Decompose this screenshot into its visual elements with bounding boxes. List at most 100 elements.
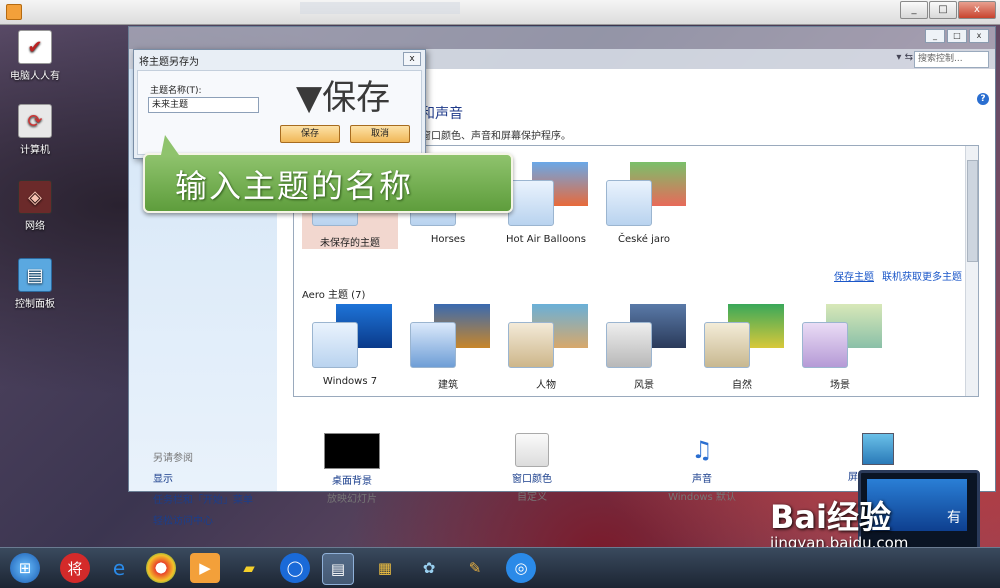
theme-nature[interactable]: 自然 [694,304,790,391]
theme-thumbnail [602,304,686,372]
theme-thumbnail [308,304,392,372]
desktop-background-setting[interactable]: 桌面背景 放映幻灯片 [297,433,407,505]
instruction-callout: 输入主题的名称 [143,135,513,213]
cancel-button[interactable]: 取消 [350,125,410,143]
folder-icon[interactable]: ▰ [234,553,264,583]
theme-name-input[interactable]: 未来主题 [148,97,259,113]
network-share-icon[interactable]: ✿ [414,553,444,583]
theme-characters[interactable]: 人物 [498,304,594,391]
theme-architecture[interactable]: 建筑 [400,304,496,391]
link-ease-of-access[interactable]: 轻松访问中心 [153,512,253,527]
file-explorer-icon[interactable]: ▦ [370,553,400,583]
aero-themes-header: Aero 主题 (7) [302,290,366,301]
refresh-icon[interactable]: ▾ ⇆ [896,52,913,63]
paint-icon[interactable]: ✎ [460,553,490,583]
browser-icon[interactable]: ◯ [280,553,310,583]
window-color-setting[interactable]: 窗口颜色 自定义 [477,433,587,503]
theme-name-label: 主题名称(T): [150,86,202,96]
search-input[interactable]: 搜索控制... [914,51,989,68]
theme-label: 人物 [536,380,556,391]
theme-label: České jaro [617,234,671,245]
get-more-themes-link[interactable]: 联机获取更多主题 [882,268,962,283]
app-icon[interactable] [6,4,22,20]
desktop-icon-label: 控制面板 [15,299,55,310]
dialog-close-button[interactable]: x [403,52,421,66]
desktop-background-sub: 放映幻灯片 [327,494,377,505]
dialog-title: 将主题另存为 [139,57,199,68]
top-strip-ghost [300,2,460,14]
sounds-label: 声音 [692,474,712,485]
taskbar: ⊞ 将 e ▶ ▰ ◯ ▤ ▦ ✿ ✎ ◎ [0,547,1000,588]
network-icon: ◈ [18,180,52,214]
theme-ceske-jaro[interactable]: České jaro [596,162,692,245]
theme-list-scrollbar[interactable] [965,146,978,396]
see-also-header: 另请参阅 [153,453,193,464]
theme-thumbnail [504,304,588,372]
sounds-setting[interactable]: ♫ 声音 Windows 默认 [647,433,757,503]
desktop-icon-label: 网络 [25,221,45,232]
computer-icon: ⟳ [18,104,52,138]
save-annotation: ▼保存 [296,78,391,118]
document-check-icon: ✔ [18,30,52,64]
desktop-background-label: 桌面背景 [332,476,372,487]
window-color-label: 窗口颜色 [512,474,552,485]
theme-windows-7[interactable]: Windows 7 [302,304,398,387]
callout-text: 输入主题的名称 [175,167,414,205]
top-caption-buttons: _ □ x [900,1,996,19]
music-notes-icon: ♫ [691,436,713,464]
minimize-button[interactable]: _ [900,1,928,19]
sounds-sub: Windows 默认 [668,492,736,503]
window-caption-buttons: _ □ x [925,29,989,43]
window-color-sub: 自定义 [517,492,547,503]
theme-label: Windows 7 [322,376,378,387]
theme-glass-swatch [802,322,848,368]
theme-scenes[interactable]: 场景 [792,304,888,391]
app-settings-icon[interactable]: ◎ [506,553,536,583]
link-taskbar-start-menu[interactable]: 任务栏和「开始」菜单 [153,491,253,506]
window-maximize-button[interactable]: □ [947,29,967,43]
theme-label: Horses [430,234,466,245]
theme-glass-swatch [606,180,652,226]
theme-thumbnail [504,162,588,230]
desktop-background-icon [324,433,380,469]
theme-thumbnail [602,162,686,230]
control-panel-taskbar-icon[interactable]: ▤ [322,553,354,585]
close-button[interactable]: x [958,1,996,19]
theme-label: 未保存的主题 [320,238,380,249]
desktop-icon-label: 计算机 [20,145,50,156]
desktop-icon-diannao[interactable]: ✔ 电脑人人有 [0,30,70,82]
window-close-button[interactable]: x [969,29,989,43]
maximize-button[interactable]: □ [929,1,957,19]
theme-glass-swatch [508,322,554,368]
theme-thumbnail [406,304,490,372]
save-button[interactable]: 保存 [280,125,340,143]
control-panel-icon: ▤ [18,258,52,292]
link-display[interactable]: 显示 [153,470,253,485]
top-app-strip: _ □ x [0,0,1000,25]
desktop-icon-control-panel[interactable]: ▤ 控制面板 [0,258,70,310]
media-player-icon[interactable]: ▶ [190,553,220,583]
chrome-icon[interactable] [146,553,176,583]
window-color-icon [515,433,549,467]
page-title: 和声音 [421,106,463,122]
laptop-text: 有 [947,510,961,526]
desktop-icon-label: 电脑人人有 [10,71,60,82]
window-minimize-button[interactable]: _ [925,29,945,43]
start-button-icon[interactable]: ⊞ [10,553,40,583]
theme-landscapes[interactable]: 风景 [596,304,692,391]
theme-thumbnail [700,304,784,372]
internet-explorer-icon[interactable]: e [104,553,134,583]
desktop-icon-computer[interactable]: ⟳ 计算机 [0,104,70,156]
theme-thumbnail [798,304,882,372]
desktop-icon-network[interactable]: ◈ 网络 [0,180,70,232]
scrollbar-thumb[interactable] [967,160,978,262]
save-theme-link[interactable]: 保存主题 [834,268,874,283]
help-icon[interactable]: ? [977,93,989,105]
theme-glass-swatch [606,322,652,368]
theme-glass-swatch [312,322,358,368]
app-jiang-icon[interactable]: 将 [60,553,90,583]
theme-glass-swatch [410,322,456,368]
theme-glass-swatch [508,180,554,226]
monitor-icon [862,433,894,465]
theme-glass-swatch [704,322,750,368]
